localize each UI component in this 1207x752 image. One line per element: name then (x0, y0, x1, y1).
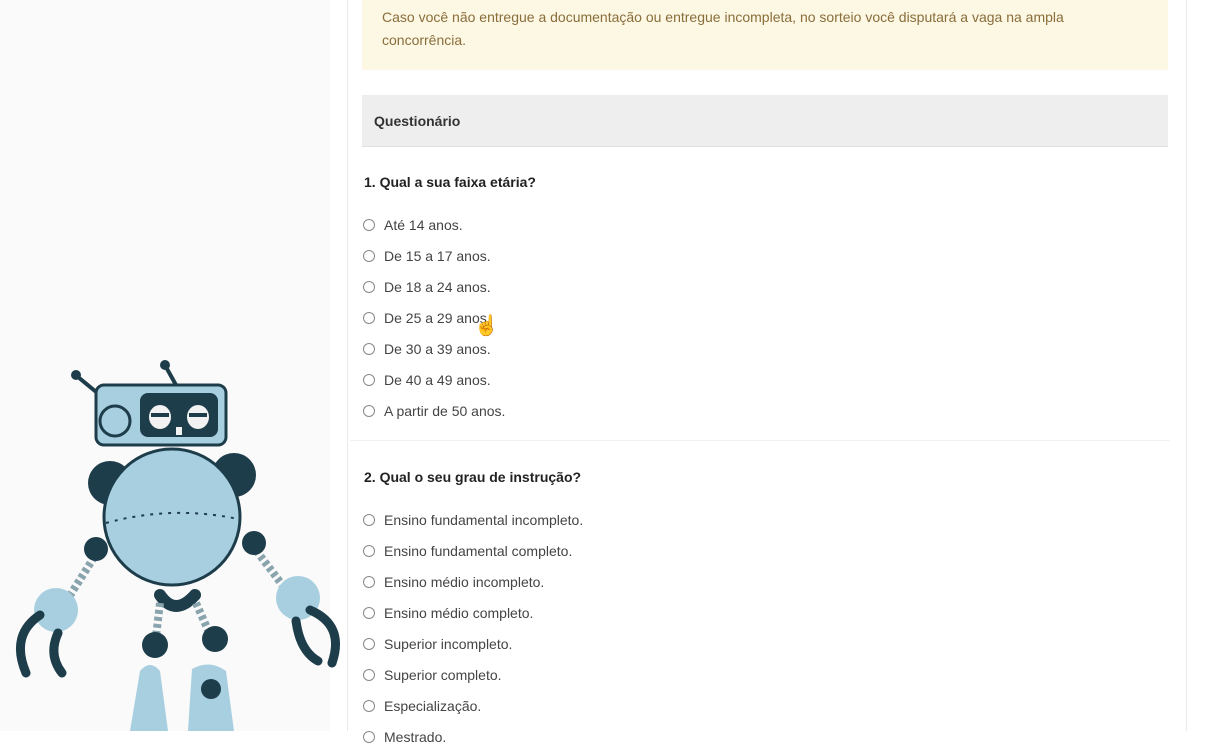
radio-button[interactable] (363, 342, 375, 355)
radio-option[interactable]: Ensino médio completo. (363, 597, 1170, 628)
section-title: Questionário (374, 113, 461, 129)
option-label: Até 14 anos. (384, 216, 463, 233)
radio-button[interactable] (363, 730, 375, 743)
option-label: Ensino médio incompleto. (384, 573, 545, 590)
radio-button[interactable] (363, 544, 375, 557)
radio-option[interactable]: Ensino fundamental completo. (363, 535, 1170, 566)
radio-option[interactable]: Mestrado. (363, 721, 1170, 752)
question-card-education: 2. Qual o seu grau de instrução? Ensino … (350, 460, 1170, 745)
radio-option[interactable]: Ensino médio incompleto. (363, 566, 1170, 597)
question-card-age: 1. Qual a sua faixa etária? Até 14 anos.… (350, 165, 1170, 441)
section-header: Questionário (362, 95, 1168, 147)
radio-button[interactable] (363, 280, 375, 293)
options-list: Até 14 anos. De 15 a 17 anos. De 18 a 24… (350, 209, 1170, 426)
radio-button[interactable] (363, 699, 375, 712)
radio-option[interactable]: Ensino fundamental incompleto. (363, 504, 1170, 535)
radio-option[interactable]: A partir de 50 anos. (363, 395, 1170, 426)
warning-notice: Caso você não entregue a documentação ou… (362, 0, 1168, 70)
radio-option[interactable]: Até 14 anos. (363, 209, 1170, 240)
option-label: De 18 a 24 anos. (384, 278, 491, 295)
hand-pointer-icon: ☝ (474, 315, 499, 337)
radio-button[interactable] (363, 249, 375, 262)
robot-mascot (15, 360, 340, 731)
option-label: A partir de 50 anos. (384, 402, 506, 419)
option-label: Ensino fundamental completo. (384, 542, 573, 559)
radio-option[interactable]: Superior incompleto. (363, 628, 1170, 659)
radio-option[interactable]: De 18 a 24 anos. (363, 271, 1170, 302)
option-label: Superior incompleto. (384, 635, 513, 652)
radio-button[interactable] (363, 404, 375, 417)
radio-option[interactable]: Especialização. (363, 690, 1170, 721)
radio-button[interactable] (363, 373, 375, 386)
options-list: Ensino fundamental incompleto. Ensino fu… (350, 504, 1170, 752)
option-label: Ensino médio completo. (384, 604, 534, 621)
radio-option[interactable]: Superior completo. (363, 659, 1170, 690)
radio-button[interactable] (363, 606, 375, 619)
radio-button[interactable] (363, 311, 375, 324)
radio-button[interactable] (363, 637, 375, 650)
option-label: De 40 a 49 anos. (384, 371, 491, 388)
radio-button[interactable] (363, 218, 375, 231)
radio-button[interactable] (363, 668, 375, 681)
question-title: 1. Qual a sua faixa etária? (364, 174, 536, 190)
radio-option[interactable]: De 40 a 49 anos. (363, 364, 1170, 395)
option-label: Ensino fundamental incompleto. (384, 511, 584, 528)
option-label: De 15 a 17 anos. (384, 247, 491, 264)
option-label: Superior completo. (384, 666, 502, 683)
radio-button[interactable] (363, 513, 375, 526)
radio-option[interactable]: De 15 a 17 anos. (363, 240, 1170, 271)
notice-text: Caso você não entregue a documentação ou… (382, 9, 1064, 48)
question-title: 2. Qual o seu grau de instrução? (364, 469, 582, 485)
option-label: De 30 a 39 anos. (384, 340, 491, 357)
radio-button[interactable] (363, 575, 375, 588)
option-label: Especialização. (384, 697, 482, 714)
